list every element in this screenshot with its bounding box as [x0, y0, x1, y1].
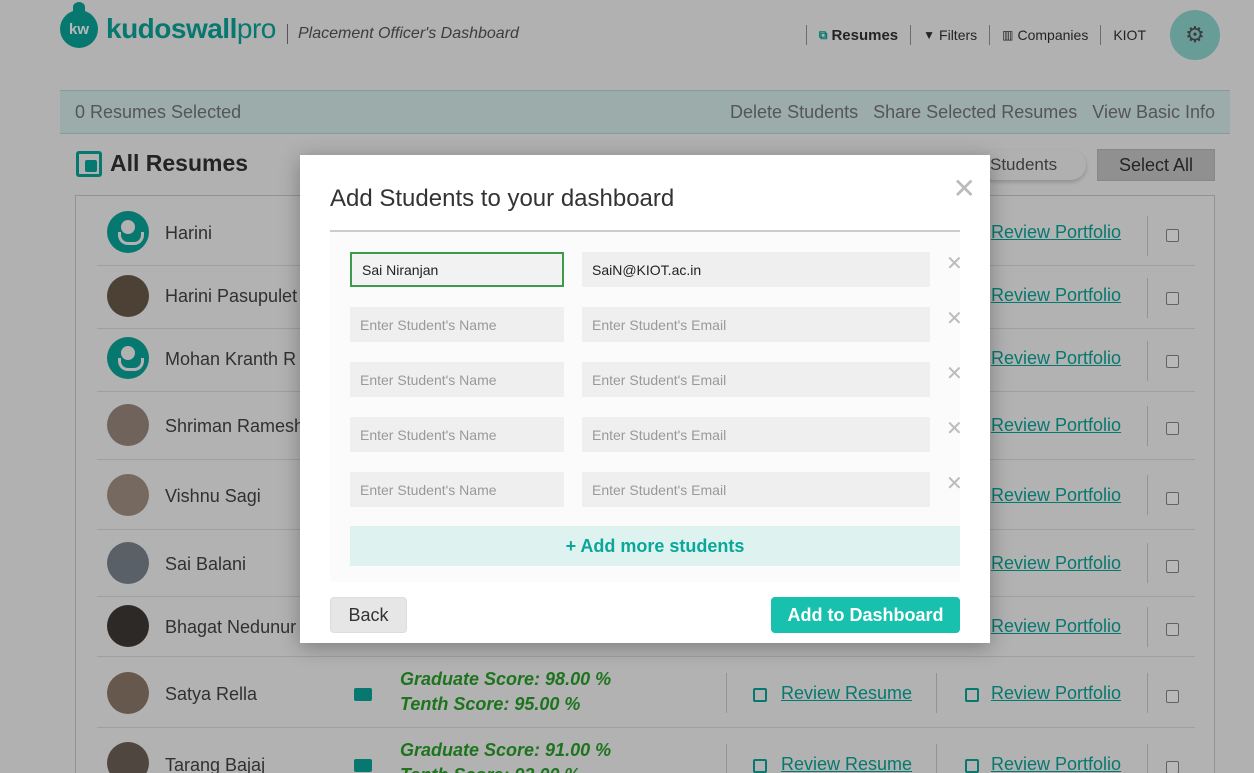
student-email-input[interactable]: [582, 307, 930, 342]
add-to-dashboard-button[interactable]: Add to Dashboard: [771, 597, 960, 633]
remove-row-icon[interactable]: ✕: [946, 474, 963, 494]
student-entry-row: ✕: [350, 417, 963, 452]
student-entry-row: ✕: [350, 252, 963, 287]
modal-title: Add Students to your dashboard: [330, 185, 675, 212]
remove-row-icon[interactable]: ✕: [946, 419, 963, 439]
add-more-students-button[interactable]: + Add more students: [350, 526, 960, 566]
remove-row-icon[interactable]: ✕: [946, 254, 963, 274]
back-button[interactable]: Back: [330, 597, 407, 633]
student-email-input[interactable]: [582, 417, 930, 452]
student-email-input[interactable]: [582, 472, 930, 507]
student-name-input[interactable]: [350, 362, 564, 397]
student-name-input[interactable]: [350, 252, 564, 287]
student-email-input[interactable]: [582, 362, 930, 397]
remove-row-icon[interactable]: ✕: [946, 309, 963, 329]
add-students-modal: Add Students to your dashboard ✕ ✕ ✕ ✕ ✕…: [300, 155, 990, 643]
student-entry-row: ✕: [350, 472, 963, 507]
student-name-input[interactable]: [350, 417, 564, 452]
student-name-input[interactable]: [350, 307, 564, 342]
student-name-input[interactable]: [350, 472, 564, 507]
student-entry-row: ✕: [350, 307, 963, 342]
close-icon[interactable]: ✕: [953, 175, 976, 203]
student-email-input[interactable]: [582, 252, 930, 287]
remove-row-icon[interactable]: ✕: [946, 364, 963, 384]
student-entry-row: ✕: [350, 362, 963, 397]
